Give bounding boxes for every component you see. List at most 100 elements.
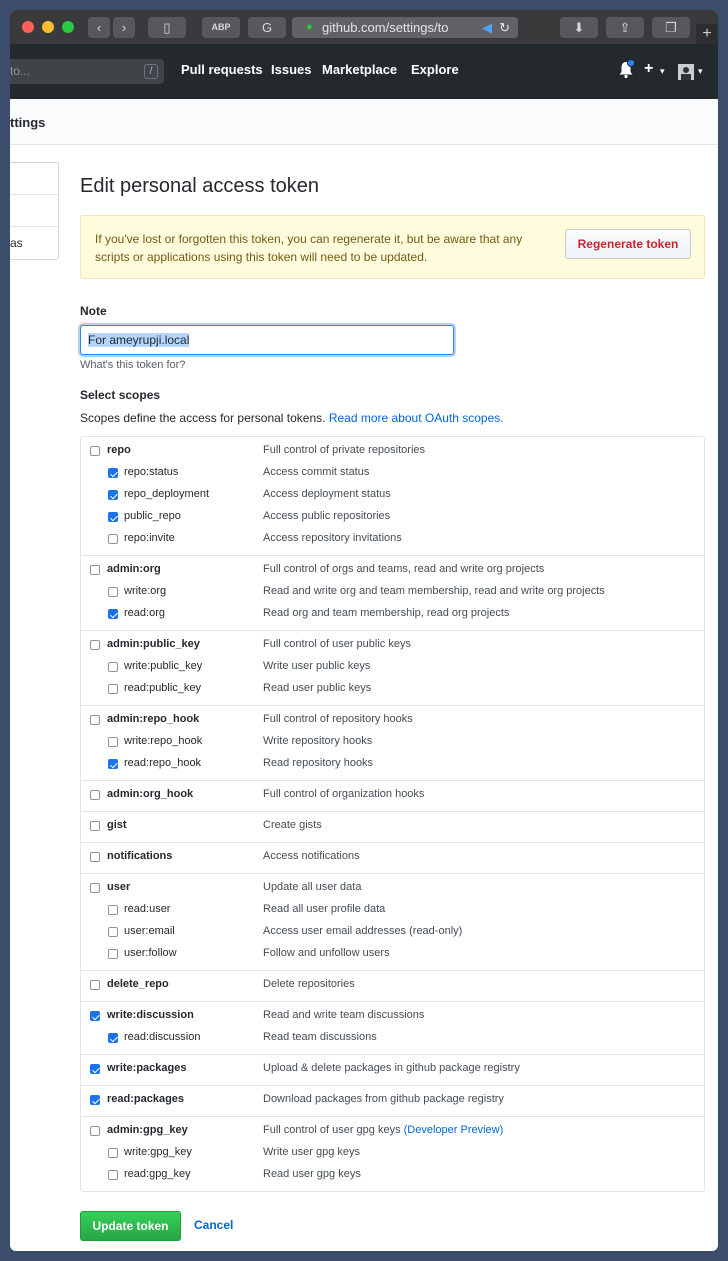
scope-name[interactable]: repo:invite bbox=[124, 532, 175, 544]
scope-checkbox[interactable] bbox=[108, 949, 118, 959]
scope-description: Access user email addresses (read-only) bbox=[263, 925, 462, 937]
nav-marketplace[interactable]: Marketplace bbox=[322, 62, 397, 77]
scope-name[interactable]: admin:repo_hook bbox=[107, 713, 199, 725]
sidebar-item[interactable] bbox=[10, 195, 58, 227]
grammarly-icon[interactable]: G bbox=[248, 17, 286, 38]
nav-explore[interactable]: Explore bbox=[411, 62, 459, 77]
new-tab-button[interactable]: + bbox=[696, 24, 718, 44]
scope-checkbox[interactable] bbox=[90, 980, 100, 990]
share-icon[interactable]: ⇪ bbox=[606, 17, 644, 38]
scope-name[interactable]: user:follow bbox=[124, 947, 177, 959]
scope-name[interactable]: repo_deployment bbox=[124, 488, 209, 500]
scope-checkbox[interactable] bbox=[90, 1095, 100, 1105]
scope-description-text: Update all user data bbox=[263, 881, 362, 893]
scope-checkbox[interactable] bbox=[108, 684, 118, 694]
scope-checkbox[interactable] bbox=[108, 587, 118, 597]
sub-scope-row: write:public_key Write user public keys bbox=[81, 657, 704, 679]
scope-name[interactable]: gist bbox=[107, 819, 127, 831]
scope-name[interactable]: admin:org_hook bbox=[107, 788, 193, 800]
scope-checkbox[interactable] bbox=[90, 565, 100, 575]
scope-name[interactable]: write:discussion bbox=[107, 1009, 194, 1021]
nav-pull-requests[interactable]: Pull requests bbox=[181, 62, 263, 77]
adblock-icon[interactable]: ABP bbox=[202, 17, 240, 38]
back-icon[interactable]: ‹ bbox=[88, 17, 110, 38]
close-window-button[interactable] bbox=[22, 21, 34, 33]
avatar[interactable] bbox=[678, 64, 694, 80]
scope-checkbox[interactable] bbox=[108, 927, 118, 937]
scope-checkbox[interactable] bbox=[90, 883, 100, 893]
sub-scope-row: public_repo Access public repositories bbox=[81, 507, 704, 529]
scope-checkbox[interactable] bbox=[90, 1126, 100, 1136]
scope-name[interactable]: write:packages bbox=[107, 1062, 186, 1074]
scope-checkbox[interactable] bbox=[90, 1011, 100, 1021]
search-input[interactable]: to... / bbox=[10, 59, 164, 84]
scope-checkbox[interactable] bbox=[90, 446, 100, 456]
scope-row: write:discussion Read and write team disc… bbox=[81, 1006, 704, 1028]
reload-icon[interactable]: ↻ bbox=[499, 17, 510, 38]
scope-description-text: Full control of user public keys bbox=[263, 638, 411, 650]
scope-name[interactable]: user:email bbox=[124, 925, 175, 937]
forward-icon[interactable]: › bbox=[113, 17, 135, 38]
scope-checkbox[interactable] bbox=[108, 490, 118, 500]
scope-checkbox[interactable] bbox=[108, 737, 118, 747]
scope-name[interactable]: read:org bbox=[124, 607, 165, 619]
scope-checkbox[interactable] bbox=[108, 534, 118, 544]
scope-description-text: Access repository invitations bbox=[263, 532, 402, 544]
scope-name[interactable]: admin:org bbox=[107, 563, 161, 575]
scope-checkbox[interactable] bbox=[108, 609, 118, 619]
create-new-icon[interactable]: + bbox=[644, 60, 653, 78]
scope-name[interactable]: public_repo bbox=[124, 510, 181, 522]
scope-checkbox[interactable] bbox=[108, 905, 118, 915]
audio-icon[interactable]: ◀ bbox=[482, 17, 492, 38]
sidebar-item[interactable] bbox=[10, 163, 58, 195]
sidebar-item[interactable]: as bbox=[10, 227, 58, 259]
scope-name[interactable]: repo bbox=[107, 444, 131, 456]
address-bar[interactable]: ● github.com/settings/to ◀ ↻ bbox=[292, 17, 518, 38]
scope-group: write:discussion Read and write team disc… bbox=[81, 1002, 704, 1055]
scope-name[interactable]: admin:gpg_key bbox=[107, 1124, 188, 1136]
scope-name[interactable]: write:repo_hook bbox=[124, 735, 202, 747]
scope-checkbox[interactable] bbox=[90, 821, 100, 831]
scope-checkbox[interactable] bbox=[90, 715, 100, 725]
scope-checkbox[interactable] bbox=[108, 1170, 118, 1180]
scope-name[interactable]: write:org bbox=[124, 585, 166, 597]
regenerate-token-button[interactable]: Regenerate token bbox=[565, 229, 691, 259]
downloads-icon[interactable]: ⬇ bbox=[560, 17, 598, 38]
tabs-overview-icon[interactable]: ❐ bbox=[652, 17, 690, 38]
scope-name[interactable]: notifications bbox=[107, 850, 172, 862]
scope-checkbox[interactable] bbox=[90, 790, 100, 800]
scope-checkbox[interactable] bbox=[108, 1033, 118, 1043]
scope-name[interactable]: read:public_key bbox=[124, 682, 201, 694]
oauth-scopes-link[interactable]: Read more about OAuth scopes. bbox=[329, 411, 504, 425]
scope-checkbox[interactable] bbox=[108, 662, 118, 672]
scope-checkbox[interactable] bbox=[108, 468, 118, 478]
scope-name[interactable]: delete_repo bbox=[107, 978, 169, 990]
scope-name[interactable]: admin:public_key bbox=[107, 638, 200, 650]
cancel-link[interactable]: Cancel bbox=[194, 1218, 233, 1232]
minimize-window-button[interactable] bbox=[42, 21, 54, 33]
scope-checkbox[interactable] bbox=[108, 1148, 118, 1158]
update-token-button[interactable]: Update token bbox=[80, 1211, 181, 1241]
sidebar-toggle-icon[interactable]: ▯ bbox=[148, 17, 186, 38]
scope-checkbox[interactable] bbox=[90, 852, 100, 862]
scope-name[interactable]: read:repo_hook bbox=[124, 757, 201, 769]
zoom-window-button[interactable] bbox=[62, 21, 74, 33]
chevron-down-icon[interactable]: ▾ bbox=[698, 66, 703, 77]
scope-checkbox[interactable] bbox=[108, 759, 118, 769]
note-input[interactable]: For ameyrupji.local bbox=[80, 325, 454, 355]
scope-name[interactable]: read:discussion bbox=[124, 1031, 200, 1043]
scope-name[interactable]: read:gpg_key bbox=[124, 1168, 191, 1180]
scope-name[interactable]: user bbox=[107, 881, 130, 893]
sub-scope-row: read:discussion Read team discussions bbox=[81, 1028, 704, 1050]
chevron-down-icon[interactable]: ▾ bbox=[660, 66, 665, 77]
scope-name[interactable]: read:packages bbox=[107, 1093, 184, 1105]
scope-name[interactable]: write:public_key bbox=[124, 660, 202, 672]
nav-issues[interactable]: Issues bbox=[271, 62, 311, 77]
scope-checkbox[interactable] bbox=[90, 1064, 100, 1074]
scope-checkbox[interactable] bbox=[108, 512, 118, 522]
developer-preview-link[interactable]: (Developer Preview) bbox=[404, 1124, 504, 1136]
scope-name[interactable]: write:gpg_key bbox=[124, 1146, 192, 1158]
scope-name[interactable]: read:user bbox=[124, 903, 170, 915]
scope-checkbox[interactable] bbox=[90, 640, 100, 650]
scope-name[interactable]: repo:status bbox=[124, 466, 178, 478]
